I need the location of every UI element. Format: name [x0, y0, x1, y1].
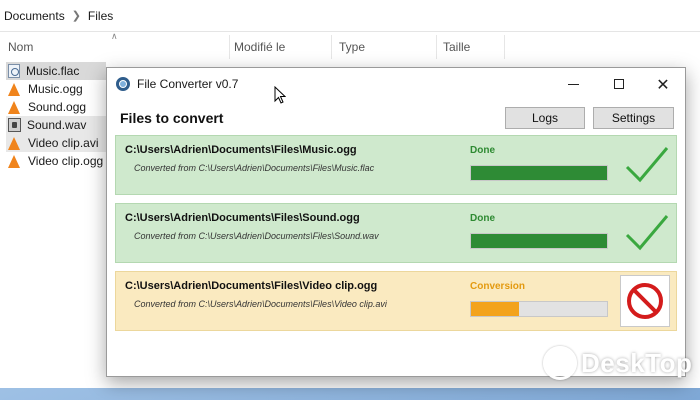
cancel-conversion-button[interactable]: [620, 275, 670, 327]
job-output-path: C:\Users\Adrien\Documents\Files\Video cl…: [125, 280, 378, 292]
breadcrumb-documents[interactable]: Documents: [4, 9, 65, 23]
mouse-cursor-icon: [274, 86, 286, 104]
watermark-link-icon: [543, 346, 577, 380]
watermark-logo: DeskTop: [543, 343, 692, 383]
job-output-path: C:\Users\Adrien\Documents\Files\Sound.og…: [125, 212, 360, 224]
maximize-icon: [614, 79, 624, 89]
job-status: Done: [470, 145, 495, 156]
progress-fill: [471, 302, 519, 316]
job-status: Conversion: [470, 281, 526, 292]
column-size-label: Taille: [443, 40, 471, 54]
job-source-path: Converted from C:\Users\Adrien\Documents…: [134, 299, 387, 309]
column-name-label: Nom: [8, 40, 34, 54]
title-bar[interactable]: File Converter v0.7 ✕: [107, 68, 685, 100]
progress-bar: [470, 165, 608, 181]
vlc-cone-icon: [8, 136, 20, 150]
breadcrumb-files[interactable]: Files: [88, 9, 113, 23]
file-name: Music.ogg: [28, 82, 83, 96]
column-name[interactable]: Nom: [8, 35, 230, 59]
list-item[interactable]: Music.flac: [6, 62, 106, 80]
window-title: File Converter v0.7: [137, 77, 239, 91]
chevron-right-icon: ❯: [71, 10, 81, 22]
job-source-path: Converted from C:\Users\Adrien\Documents…: [134, 231, 379, 241]
cancel-icon: [627, 283, 663, 319]
file-name: Sound.ogg: [28, 100, 87, 114]
progress-fill: [471, 234, 607, 248]
converter-header: Files to convert Logs Settings: [107, 100, 685, 134]
file-name: Video clip.avi: [28, 136, 99, 150]
wav-file-icon: [8, 118, 21, 132]
conversion-job: C:\Users\Adrien\Documents\Files\Music.og…: [115, 135, 677, 195]
progress-bar: [470, 301, 608, 317]
minimize-icon: [567, 83, 579, 85]
minimize-button[interactable]: [553, 68, 593, 100]
list-item[interactable]: Sound.wav: [6, 116, 106, 134]
audio-file-icon: [8, 64, 20, 78]
file-converter-window: File Converter v0.7 ✕ Files to convert L…: [106, 67, 686, 377]
column-modified[interactable]: Modifié le: [234, 35, 332, 59]
files-to-convert-heading: Files to convert: [120, 110, 224, 126]
breadcrumb: Documents ❯ Files: [0, 0, 700, 32]
list-item[interactable]: Video clip.avi: [6, 134, 106, 152]
settings-button[interactable]: Settings: [593, 107, 674, 129]
logs-button[interactable]: Logs: [505, 107, 585, 129]
job-output-path: C:\Users\Adrien\Documents\Files\Music.og…: [125, 144, 357, 156]
column-type[interactable]: Type: [339, 35, 437, 59]
checkmark-icon: [625, 215, 669, 251]
column-type-label: Type: [339, 40, 366, 54]
close-icon: ✕: [656, 74, 670, 94]
column-modified-label: Modifié le: [234, 40, 286, 54]
progress-fill: [471, 166, 607, 180]
app-logo-icon: [116, 77, 130, 91]
job-source-path: Converted from C:\Users\Adrien\Documents…: [134, 163, 375, 173]
file-name: Music.flac: [26, 64, 80, 78]
conversion-job: C:\Users\Adrien\Documents\Files\Video cl…: [115, 271, 677, 331]
maximize-button[interactable]: [599, 68, 639, 100]
conversion-job: C:\Users\Adrien\Documents\Files\Sound.og…: [115, 203, 677, 263]
progress-bar: [470, 233, 608, 249]
vlc-cone-icon: [8, 100, 20, 114]
watermark-text: DeskTop: [581, 347, 693, 378]
job-status: Done: [470, 213, 495, 224]
file-name: Sound.wav: [27, 118, 87, 132]
file-name: Video clip.ogg: [28, 154, 104, 168]
checkmark-icon: [625, 147, 669, 183]
vlc-cone-icon: [8, 154, 20, 168]
column-size[interactable]: Taille: [443, 35, 505, 59]
vlc-cone-icon: [8, 82, 20, 96]
close-button[interactable]: ✕: [643, 68, 683, 100]
